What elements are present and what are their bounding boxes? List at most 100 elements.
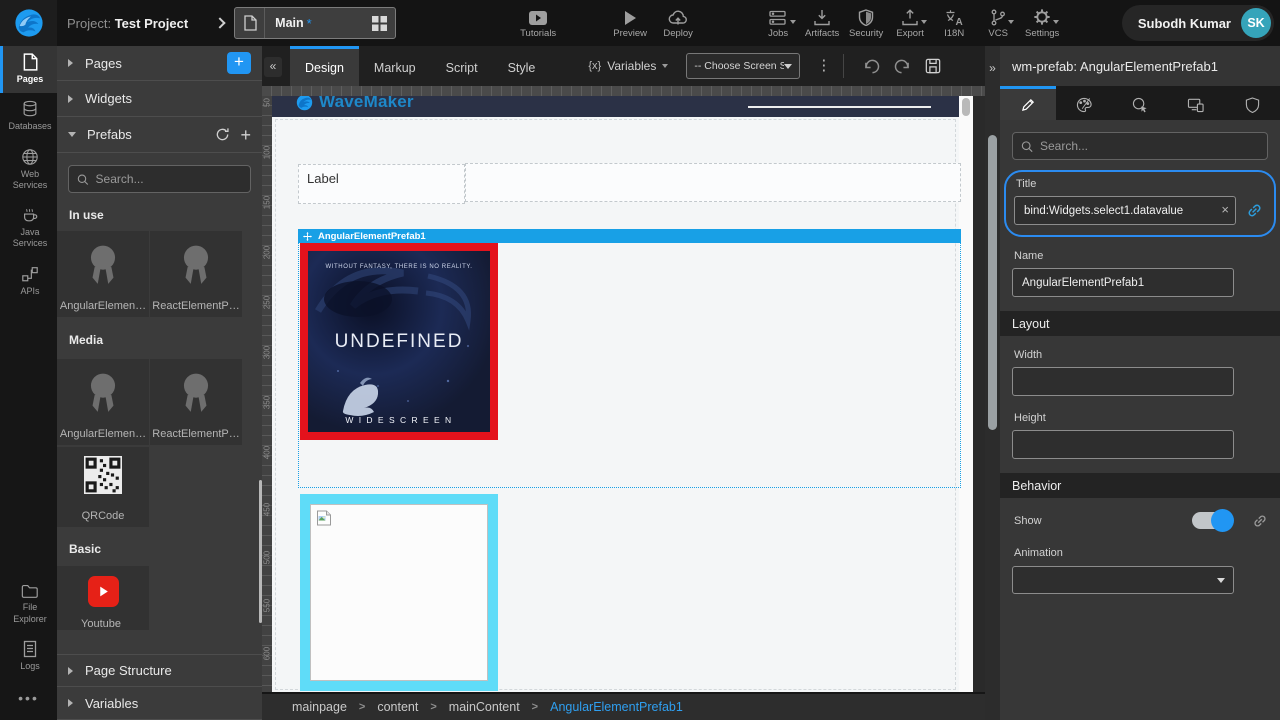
security-button[interactable]: Security — [844, 0, 888, 46]
tab-design[interactable]: Design — [290, 46, 359, 86]
user-menu[interactable]: Subodh Kumar SK — [1122, 5, 1274, 41]
accordion-variables-label: Variables — [85, 696, 138, 711]
wavemaker-logo[interactable] — [0, 0, 57, 46]
export-button[interactable]: Export — [888, 0, 932, 46]
toolbar-overflow-menu[interactable]: ⋮ — [816, 61, 831, 71]
prefab-tile-react-media[interactable]: ReactElementP… — [150, 359, 242, 445]
breadcrumb-current[interactable]: AngularElementPrefab1 — [550, 700, 683, 714]
explorer-scrollbar[interactable] — [259, 480, 262, 623]
canvas-page[interactable]: WaveMaker Label AngularElementPrefab1 — [272, 96, 973, 692]
app-navbar[interactable]: WaveMaker — [272, 96, 959, 117]
wavemaker-brand-icon — [296, 96, 313, 111]
tab-devices[interactable] — [1168, 86, 1224, 120]
animation-select[interactable] — [1012, 566, 1234, 594]
vcs-button[interactable]: VCS — [976, 0, 1020, 46]
prefab-poster-widget[interactable]: WITHOUT FANTASY, THERE IS NO REALITY. UN… — [300, 243, 498, 440]
prefab-tile-youtube[interactable]: Youtube — [57, 566, 149, 630]
tutorials-label: Tutorials — [520, 28, 556, 39]
show-toggle[interactable] — [1192, 512, 1232, 529]
screen-size-select[interactable]: -- Choose Screen Size -- — [686, 53, 800, 79]
rail-item-web-services[interactable]: Web Services — [0, 141, 57, 200]
rail-item-databases[interactable]: Databases — [0, 93, 57, 140]
tab-style[interactable]: Style — [493, 46, 551, 86]
page-scrollbar[interactable] — [959, 96, 973, 692]
artifacts-button[interactable]: Artifacts — [800, 0, 844, 46]
pages-grid-icon[interactable] — [372, 16, 387, 31]
accordion-prefabs-label: Prefabs — [87, 127, 132, 142]
settings-button[interactable]: Settings — [1020, 0, 1064, 46]
name-input[interactable] — [1012, 268, 1234, 297]
page-tab-main[interactable]: Main * — [234, 7, 396, 39]
label-widget[interactable]: Label — [298, 164, 465, 204]
rail-item-logs[interactable]: Logs — [0, 633, 57, 680]
tab-security[interactable] — [1224, 86, 1280, 120]
accordion-prefabs[interactable]: Prefabs + — [57, 117, 262, 153]
rail-item-apis[interactable]: APIs — [0, 258, 57, 305]
bind-link-icon[interactable] — [1252, 513, 1268, 529]
caret-down-icon — [1217, 578, 1225, 583]
navbar-underline — [748, 106, 931, 108]
prefab-tile-angular-media[interactable]: AngularElemen… — [57, 359, 149, 445]
ruler-tick: 500 — [263, 543, 272, 573]
breadcrumb-content[interactable]: content — [377, 700, 418, 714]
tab-script[interactable]: Script — [431, 46, 493, 86]
save-button[interactable] — [925, 58, 941, 74]
tab-events[interactable] — [1112, 86, 1168, 120]
title-input[interactable] — [1014, 196, 1236, 225]
rail-item-file-explorer[interactable]: File Explorer — [0, 576, 57, 633]
bind-link-icon[interactable] — [1246, 202, 1263, 219]
prefab-tile-qrcode[interactable]: QRCode — [57, 447, 149, 527]
rail-item-java-services[interactable]: Java Services — [0, 199, 57, 258]
refresh-icon[interactable] — [215, 127, 230, 142]
breadcrumb-mainpage[interactable]: mainpage — [292, 700, 347, 714]
accordion-pages[interactable]: Pages + — [57, 46, 262, 81]
undo-button[interactable] — [863, 59, 880, 74]
accordion-widgets[interactable]: Widgets — [57, 81, 262, 117]
jobs-button[interactable]: Jobs — [756, 0, 800, 46]
rail-more-icon[interactable]: ••• — [0, 680, 57, 720]
property-search[interactable] — [1012, 132, 1268, 160]
inspector-scrollbar-thumb[interactable] — [988, 135, 997, 430]
broken-image-icon — [316, 510, 332, 526]
page-scrollbar-thumb[interactable] — [962, 98, 970, 116]
prefab-search[interactable] — [68, 165, 251, 193]
breadcrumb-maincontent[interactable]: mainContent — [449, 700, 520, 714]
preview-button[interactable]: Preview — [608, 0, 652, 46]
clear-binding-icon[interactable]: × — [1221, 202, 1229, 217]
move-icon — [303, 232, 312, 241]
chevron-right-icon[interactable] — [214, 17, 225, 28]
import-prefab-button[interactable]: + — [240, 127, 251, 143]
pointer-events-icon — [1132, 97, 1149, 113]
i18n-button[interactable]: A I18N — [932, 0, 976, 46]
height-input[interactable] — [1012, 430, 1234, 459]
tab-markup[interactable]: Markup — [359, 46, 431, 86]
redo-button[interactable] — [894, 59, 911, 74]
prefab-tile-angular[interactable]: AngularElemen… — [57, 231, 149, 317]
prefab-tile-react[interactable]: ReactElementP… — [150, 231, 242, 317]
page-content-container[interactable]: Label AngularElementPrefab1 — [275, 119, 956, 690]
prefab-ribbon-icon — [85, 243, 121, 287]
caret-down-icon — [1008, 20, 1014, 24]
variables-menu[interactable]: {x} Variables — [588, 59, 668, 73]
empty-caption-widget[interactable] — [465, 163, 961, 202]
collapse-left-panel-button[interactable]: « — [264, 57, 282, 77]
picture-widget[interactable] — [300, 494, 498, 691]
collapse-right-panel-button[interactable]: » — [986, 60, 999, 78]
pencil-icon — [1021, 97, 1036, 112]
add-page-button[interactable]: + — [227, 52, 251, 74]
ruler-tick: 100 — [263, 138, 272, 168]
tab-styles[interactable] — [1056, 86, 1112, 120]
selection-header[interactable]: AngularElementPrefab1 — [298, 229, 961, 243]
accordion-variables[interactable]: Variables — [57, 687, 262, 720]
settings-label: Settings — [1025, 28, 1059, 39]
width-input[interactable] — [1012, 367, 1234, 396]
design-viewport: 50 100 150 200 250 300 350 400 450 500 5… — [262, 86, 985, 692]
prefab-search-input[interactable] — [96, 172, 242, 186]
tab-properties[interactable] — [1000, 86, 1056, 120]
rail-item-pages[interactable]: Pages — [0, 46, 57, 93]
accordion-page-structure[interactable]: Page Structure — [57, 654, 262, 687]
deploy-button[interactable]: Deploy — [656, 0, 700, 46]
ruler-tick: 350 — [263, 388, 272, 418]
tutorials-button[interactable]: Tutorials — [516, 0, 560, 46]
property-search-input[interactable] — [1040, 139, 1259, 153]
